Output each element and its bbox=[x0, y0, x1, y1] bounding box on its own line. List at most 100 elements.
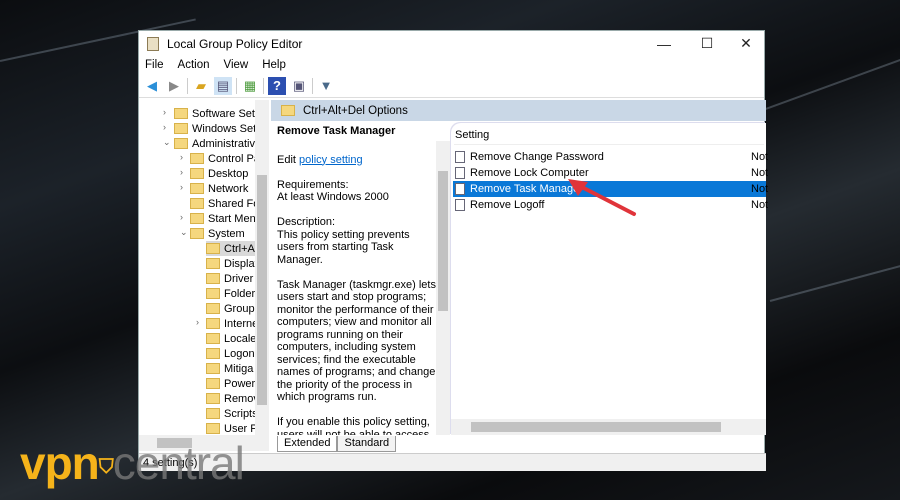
tree-item[interactable]: Display bbox=[206, 256, 260, 271]
expand-chevron-icon[interactable]: › bbox=[180, 167, 183, 177]
tree-item[interactable]: Remov bbox=[206, 391, 259, 406]
show-hide-tree-icon[interactable]: ▤ bbox=[214, 76, 232, 95]
console-tree: › Software Setti › Windows Sett ⌄ Administrat… bbox=[139, 100, 269, 435]
back-arrow-icon[interactable]: ◀ bbox=[143, 77, 161, 95]
export-list-icon[interactable]: ▦ bbox=[241, 77, 259, 95]
tree-item[interactable]: Desktop bbox=[190, 166, 259, 181]
folder-icon bbox=[206, 258, 220, 269]
folder-icon bbox=[190, 153, 204, 164]
tree-item-label: Desktop bbox=[208, 167, 249, 180]
menu-file[interactable]: File bbox=[145, 59, 164, 71]
setting-state: Not bbox=[751, 151, 769, 163]
expand-chevron-icon[interactable]: › bbox=[180, 182, 183, 192]
tree-item[interactable]: Start Menu bbox=[190, 211, 262, 226]
close-button[interactable]: ✕ bbox=[726, 31, 766, 56]
folder-icon bbox=[206, 348, 220, 359]
tree-item-label: Power bbox=[224, 377, 256, 390]
tree-item[interactable]: Ctrl+A bbox=[206, 241, 259, 256]
tab-extended[interactable]: Extended bbox=[277, 436, 338, 452]
tree-item-label: Software Setti bbox=[192, 107, 261, 120]
setting-name: Remove Logoff bbox=[470, 199, 545, 211]
tree-item[interactable]: Windows Sett bbox=[174, 121, 259, 136]
tab-standard[interactable]: Standard bbox=[337, 436, 397, 452]
scrollbar-thumb[interactable] bbox=[257, 175, 267, 405]
tree-item-label: Scripts bbox=[224, 407, 258, 420]
column-header-setting[interactable]: Setting bbox=[454, 125, 764, 145]
menu-bar: File Action View Help bbox=[139, 56, 764, 74]
edit-policy-link[interactable]: policy setting bbox=[299, 154, 363, 166]
tree-item-label: Network bbox=[208, 182, 249, 195]
menu-help[interactable]: Help bbox=[262, 59, 286, 71]
tree-item-label: Group bbox=[224, 302, 255, 315]
description-label: Description: bbox=[277, 216, 336, 228]
tree-item[interactable]: Interne bbox=[206, 316, 259, 331]
tree-item[interactable]: Mitiga bbox=[206, 361, 259, 376]
expand-chevron-icon[interactable]: ⌄ bbox=[163, 137, 171, 148]
expand-chevron-icon[interactable]: › bbox=[180, 212, 183, 222]
properties-pane-icon[interactable]: ▣ bbox=[290, 77, 308, 95]
tree-item-label: Ctrl+A bbox=[224, 242, 255, 255]
tree-item-label: Control Pa bbox=[208, 152, 260, 165]
tree-item[interactable]: Locale bbox=[206, 331, 259, 346]
filter-icon[interactable]: ▼ bbox=[317, 77, 335, 95]
folder-icon bbox=[174, 123, 188, 134]
scrollbar-thumb[interactable] bbox=[471, 422, 721, 432]
tree-item[interactable]: Logon bbox=[206, 346, 259, 361]
pane-header-title: Ctrl+Alt+Del Options bbox=[303, 104, 408, 117]
menu-view[interactable]: View bbox=[224, 59, 249, 71]
folder-icon bbox=[206, 378, 220, 389]
policy-setting-icon bbox=[455, 167, 465, 179]
tree-item-label: Shared Fol bbox=[208, 197, 262, 210]
folder-icon bbox=[206, 318, 220, 329]
tree-item-label: Start Menu bbox=[208, 212, 262, 225]
tree-item[interactable]: Group bbox=[206, 301, 259, 316]
expand-chevron-icon[interactable]: ⌄ bbox=[180, 227, 188, 238]
tree-item[interactable]: Driver bbox=[206, 271, 259, 286]
scrollbar-thumb[interactable] bbox=[438, 171, 448, 311]
tree-item[interactable]: Power bbox=[206, 376, 259, 391]
window-title: Local Group Policy Editor bbox=[167, 36, 303, 51]
expand-chevron-icon[interactable]: › bbox=[196, 317, 199, 327]
folder-icon bbox=[206, 363, 220, 374]
tree-item-label: Driver bbox=[224, 272, 254, 285]
maximize-button[interactable]: ☐ bbox=[687, 31, 727, 56]
description-text: If you enable this policy setting, users… bbox=[277, 416, 430, 435]
background-streak bbox=[759, 58, 900, 112]
expand-chevron-icon[interactable]: › bbox=[163, 107, 166, 117]
tree-item[interactable]: User Pr bbox=[206, 421, 261, 435]
tree-item[interactable]: Folder bbox=[206, 286, 259, 301]
folder-icon bbox=[206, 303, 220, 314]
tree-vertical-scrollbar[interactable] bbox=[255, 100, 269, 435]
expand-chevron-icon[interactable]: › bbox=[163, 122, 166, 132]
watermark-vpn: vpn bbox=[20, 437, 100, 489]
tree-item[interactable]: Scripts bbox=[206, 406, 259, 421]
tree-item[interactable]: Network bbox=[190, 181, 259, 196]
watermark-central: central bbox=[112, 437, 245, 489]
list-horizontal-scrollbar[interactable] bbox=[451, 419, 766, 435]
tree-item-label: Interne bbox=[224, 317, 259, 330]
up-folder-icon[interactable]: ▰ bbox=[192, 77, 210, 95]
tree-item[interactable]: Shared Fol bbox=[190, 196, 262, 211]
description-scrollbar[interactable] bbox=[436, 141, 450, 435]
setting-row[interactable]: Remove Change Password Not bbox=[453, 149, 769, 165]
requirements-label: Requirements: bbox=[277, 178, 349, 191]
edit-label: Edit bbox=[277, 153, 300, 166]
setting-state: Not bbox=[751, 199, 769, 211]
expand-chevron-icon[interactable]: › bbox=[180, 152, 183, 162]
help-icon[interactable]: ? bbox=[268, 76, 286, 95]
tree-item[interactable]: Administrative bbox=[174, 136, 261, 151]
forward-arrow-icon[interactable]: ▶ bbox=[165, 77, 183, 95]
tree-item[interactable]: Software Setti bbox=[174, 106, 261, 121]
menu-action[interactable]: Action bbox=[178, 59, 210, 71]
tree-item-label: Logon bbox=[224, 347, 255, 360]
app-icon bbox=[147, 36, 159, 51]
tree-item[interactable]: Control Pa bbox=[190, 151, 260, 166]
tree-item-label: Windows Sett bbox=[192, 122, 260, 135]
separator bbox=[236, 77, 237, 94]
tree-item[interactable]: System bbox=[190, 226, 259, 241]
red-arrow-annotation bbox=[568, 179, 636, 216]
folder-icon bbox=[206, 423, 220, 434]
minimize-button[interactable]: — bbox=[644, 31, 684, 56]
folder-icon bbox=[190, 213, 204, 224]
background-streak bbox=[769, 263, 900, 302]
